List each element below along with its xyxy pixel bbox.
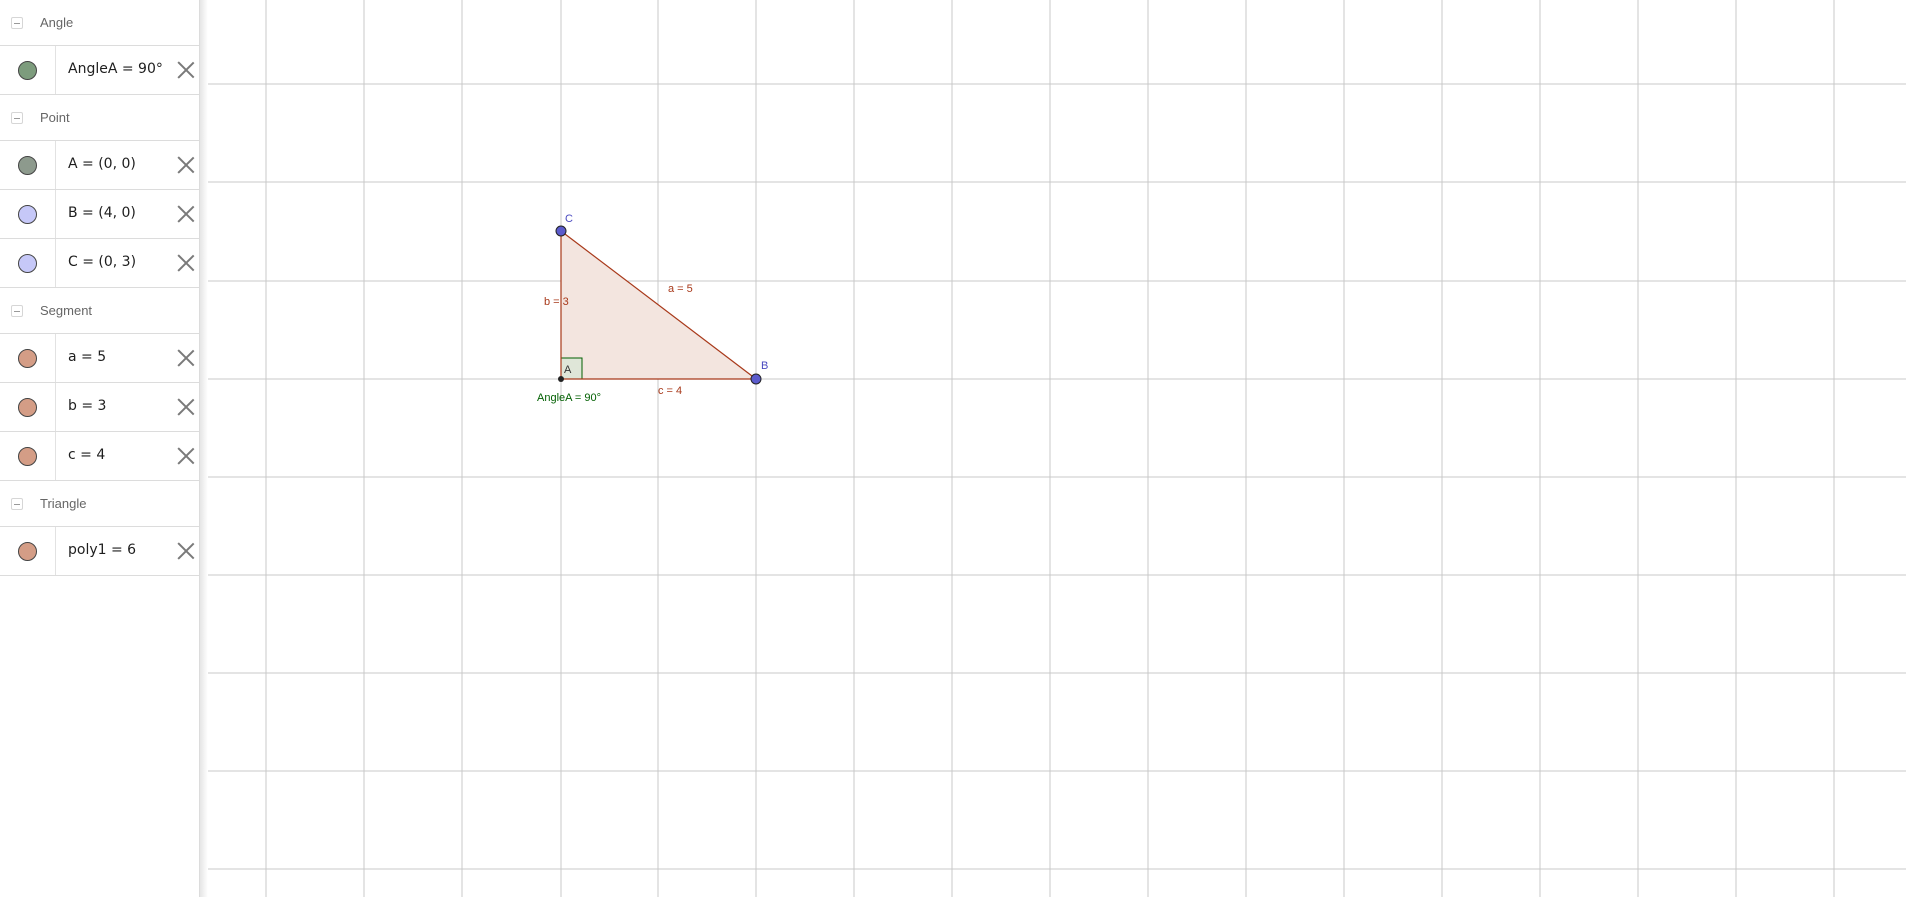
grid [208, 0, 1906, 897]
point-C-label: C [565, 213, 573, 225]
visibility-toggle-icon[interactable] [18, 156, 37, 175]
visibility-toggle-icon[interactable] [18, 447, 37, 466]
algebra-expression[interactable]: B = (4, 0) [68, 205, 136, 221]
algebra-item-row[interactable]: a = 5 [0, 334, 199, 383]
point-C[interactable] [555, 225, 567, 237]
algebra-item-row[interactable]: c = 4 [0, 432, 199, 481]
algebra-item-row[interactable]: poly1 = 6 [0, 527, 199, 576]
visibility-toggle-icon[interactable] [18, 349, 37, 368]
algebra-expression[interactable]: b = 3 [68, 398, 106, 414]
algebra-view: Angle AngleA = 90° Point A = (0, 0) B = (4, … [0, 0, 200, 897]
group-header-angle[interactable]: Angle [0, 0, 199, 46]
marble-cell [0, 334, 56, 382]
visibility-toggle-icon[interactable] [18, 254, 37, 273]
graphics-view[interactable]: C B A a = 5 b = 3 c = 4 AngleA = 90° [208, 0, 1906, 897]
group-label: Point [40, 110, 70, 125]
algebra-item-row[interactable]: B = (4, 0) [0, 190, 199, 239]
algebra-expression[interactable]: C = (0, 3) [68, 254, 136, 270]
marble-cell [0, 527, 56, 575]
point-B-label: B [761, 360, 768, 372]
group-label: Angle [40, 15, 74, 30]
angle-A-label: AngleA = 90° [537, 392, 601, 404]
group-header-triangle[interactable]: Triangle [0, 481, 199, 527]
collapse-toggle-icon[interactable] [11, 305, 23, 317]
group-header-point[interactable]: Point [0, 95, 199, 141]
segment-b-label: b = 3 [544, 296, 569, 308]
segment-a-label: a = 5 [668, 283, 693, 295]
collapse-toggle-icon[interactable] [11, 112, 23, 124]
marble-cell [0, 383, 56, 431]
point-A-label: A [564, 364, 572, 376]
collapse-toggle-icon[interactable] [11, 498, 23, 510]
segment-c-label: c = 4 [658, 385, 682, 397]
graphics-canvas[interactable]: C B A a = 5 b = 3 c = 4 AngleA = 90° [208, 0, 1906, 897]
delete-icon[interactable] [177, 205, 195, 223]
point-B[interactable] [750, 373, 762, 385]
algebra-expression[interactable]: AngleA = 90° [68, 61, 163, 77]
group-label: Triangle [40, 496, 87, 511]
group-label: Segment [40, 303, 93, 318]
point-A[interactable] [558, 376, 564, 382]
algebra-expression[interactable]: a = 5 [68, 349, 106, 365]
visibility-toggle-icon[interactable] [18, 398, 37, 417]
delete-icon[interactable] [177, 542, 195, 560]
visibility-toggle-icon[interactable] [18, 61, 37, 80]
delete-icon[interactable] [177, 156, 195, 174]
collapse-toggle-icon[interactable] [11, 17, 23, 29]
delete-icon[interactable] [177, 349, 195, 367]
algebra-expression[interactable]: A = (0, 0) [68, 156, 136, 172]
marble-cell [0, 141, 56, 189]
marble-cell [0, 190, 56, 238]
delete-icon[interactable] [177, 398, 195, 416]
delete-icon[interactable] [177, 447, 195, 465]
delete-icon[interactable] [177, 254, 195, 272]
group-header-segment[interactable]: Segment [0, 288, 199, 334]
geogebra-app: Angle AngleA = 90° Point A = (0, 0) B = (4, … [0, 0, 1906, 897]
algebra-view-divider[interactable] [200, 0, 208, 897]
algebra-item-row[interactable]: C = (0, 3) [0, 239, 199, 288]
delete-icon[interactable] [177, 61, 195, 79]
algebra-item-row[interactable]: A = (0, 0) [0, 141, 199, 190]
marble-cell [0, 432, 56, 480]
visibility-toggle-icon[interactable] [18, 205, 37, 224]
marble-cell [0, 239, 56, 287]
algebra-item-row[interactable]: AngleA = 90° [0, 46, 199, 95]
algebra-expression[interactable]: poly1 = 6 [68, 542, 136, 558]
algebra-item-row[interactable]: b = 3 [0, 383, 199, 432]
algebra-expression[interactable]: c = 4 [68, 447, 105, 463]
visibility-toggle-icon[interactable] [18, 542, 37, 561]
marble-cell [0, 46, 56, 94]
